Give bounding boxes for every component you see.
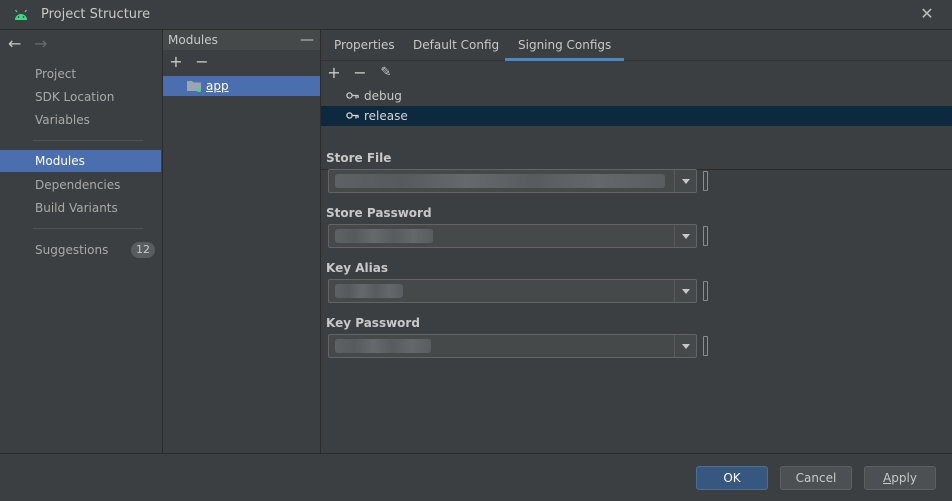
- key-password-combo[interactable]: [328, 334, 697, 358]
- config-label: debug: [364, 89, 402, 103]
- config-item-release[interactable]: release: [321, 106, 952, 126]
- key-alias-combo[interactable]: [328, 279, 697, 303]
- store-password-value-redacted: [335, 229, 433, 243]
- key-alias-label: Key Alias: [326, 261, 388, 275]
- key-icon: [346, 92, 359, 99]
- signing-configs-list: debug release: [321, 86, 952, 170]
- tab-bar: Properties Default Config Signing Config…: [321, 30, 952, 61]
- tab-signing-configs[interactable]: Signing Configs: [505, 30, 625, 61]
- sidebar-divider: [33, 228, 143, 229]
- chevron-down-icon[interactable]: [674, 335, 696, 357]
- module-folder-icon: [187, 81, 201, 92]
- cancel-button[interactable]: Cancel: [780, 466, 852, 490]
- module-label: app: [206, 79, 229, 93]
- key-alias-extra-button[interactable]: [703, 281, 708, 301]
- store-file-value-redacted: [335, 174, 665, 188]
- apply-label-rest: pply: [891, 471, 917, 485]
- sidebar-item-variables[interactable]: Variables: [0, 109, 161, 131]
- nav-arrows: ← →: [8, 35, 60, 53]
- apply-button[interactable]: Apply: [864, 466, 936, 490]
- remove-module-button[interactable]: −: [194, 54, 210, 70]
- collapse-icon[interactable]: —: [300, 30, 314, 50]
- store-file-browse-button[interactable]: [703, 171, 708, 191]
- key-alias-value-redacted: [335, 284, 403, 298]
- module-settings-pane: Properties Default Config Signing Config…: [321, 30, 952, 453]
- key-password-extra-button[interactable]: [703, 336, 708, 356]
- chevron-down-icon[interactable]: [674, 225, 696, 247]
- dialog-button-bar: OK Cancel Apply: [0, 453, 952, 501]
- chevron-down-icon[interactable]: [674, 280, 696, 302]
- sidebar-item-dependencies[interactable]: Dependencies: [0, 174, 161, 196]
- sidebar-divider: [33, 140, 143, 141]
- modules-header-label: Modules: [168, 33, 218, 47]
- ok-button[interactable]: OK: [696, 466, 768, 490]
- navigation-sidebar: ← → Project SDK Location Variables Module…: [0, 30, 163, 453]
- tab-default-config[interactable]: Default Config: [413, 30, 499, 61]
- sidebar-item-modules[interactable]: Modules: [0, 150, 161, 172]
- title-bar: Project Structure ✕: [0, 0, 952, 30]
- store-password-label: Store Password: [326, 206, 432, 220]
- store-file-label: Store File: [326, 151, 392, 165]
- config-item-debug[interactable]: debug: [321, 86, 952, 106]
- chevron-down-icon[interactable]: [674, 170, 696, 192]
- store-password-combo[interactable]: [328, 224, 697, 248]
- store-file-combo[interactable]: [328, 169, 697, 193]
- forward-arrow-icon[interactable]: →: [34, 35, 52, 53]
- remove-config-button[interactable]: −: [352, 65, 368, 81]
- sidebar-item-build-variants[interactable]: Build Variants: [0, 197, 161, 219]
- back-arrow-icon[interactable]: ←: [8, 35, 26, 53]
- tab-properties[interactable]: Properties: [334, 30, 395, 61]
- suggestions-count-badge: 12: [131, 242, 155, 258]
- modules-header: Modules —: [163, 30, 320, 50]
- modules-panel: Modules — + − app: [163, 30, 321, 453]
- config-label: release: [364, 109, 408, 123]
- sidebar-item-project[interactable]: Project: [0, 63, 161, 85]
- store-password-extra-button[interactable]: [703, 226, 708, 246]
- key-password-value-redacted: [335, 339, 431, 353]
- signing-configs-toolbar: + − ✎: [321, 61, 952, 86]
- sidebar-item-sdk-location[interactable]: SDK Location: [0, 86, 161, 108]
- close-icon[interactable]: ✕: [918, 5, 936, 23]
- android-icon: [15, 9, 27, 20]
- key-icon: [346, 112, 359, 119]
- edit-config-button[interactable]: ✎: [378, 65, 394, 81]
- key-password-label: Key Password: [326, 316, 420, 330]
- add-module-button[interactable]: +: [168, 54, 184, 70]
- module-item-app[interactable]: app: [163, 76, 320, 96]
- window-title: Project Structure: [41, 7, 151, 22]
- add-config-button[interactable]: +: [326, 65, 342, 81]
